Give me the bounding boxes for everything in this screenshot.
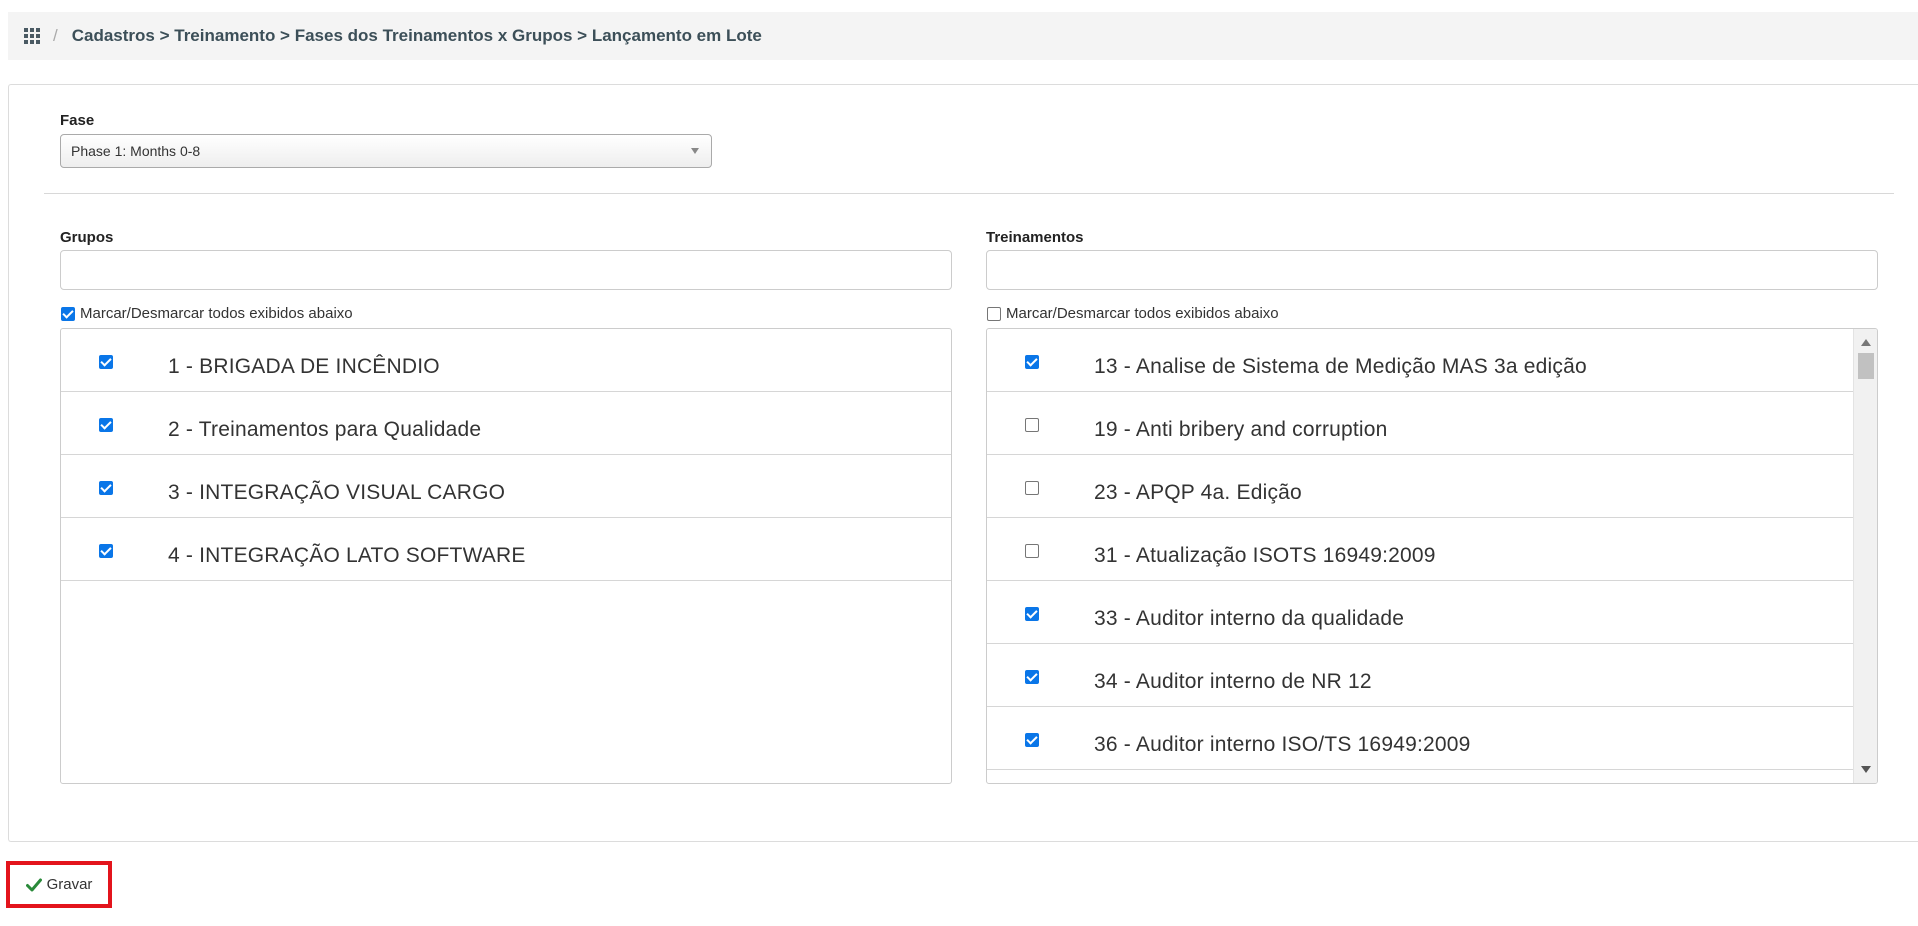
list-item-label: 13 - Analise de Sistema de Medição MAS 3… <box>1094 355 1587 378</box>
treinamentos-toggle-all[interactable]: Marcar/Desmarcar todos exibidos abaixo <box>987 305 1279 322</box>
breadcrumb-separator: / <box>53 26 58 45</box>
fase-label: Fase <box>60 112 95 129</box>
list-item-label: 31 - Atualização ISOTS 16949:2009 <box>1094 544 1436 567</box>
list-item-checkbox[interactable] <box>99 544 113 558</box>
treinamentos-list: 13 - Analise de Sistema de Medição MAS 3… <box>986 328 1878 784</box>
save-button-label: Gravar <box>46 876 93 893</box>
list-item[interactable]: 33 - Auditor interno da qualidade <box>987 581 1853 644</box>
list-item[interactable]: 1 - BRIGADA DE INCÊNDIO <box>61 329 951 392</box>
fase-select[interactable]: Phase 1: Months 0-8 <box>60 134 712 168</box>
treinamentos-toggle-all-checkbox[interactable] <box>987 306 1001 321</box>
divider <box>44 193 1894 194</box>
list-item[interactable]: 4 - INTEGRAÇÃO LATO SOFTWARE <box>61 518 951 581</box>
treinamentos-label: Treinamentos <box>986 229 1084 246</box>
treinamentos-scrollbar[interactable] <box>1853 329 1877 783</box>
treinamentos-toggle-all-label: Marcar/Desmarcar todos exibidos abaixo <box>1006 305 1279 322</box>
list-item[interactable]: 13 - Analise de Sistema de Medição MAS 3… <box>987 329 1853 392</box>
list-item-checkbox[interactable] <box>99 418 113 432</box>
list-item[interactable]: 31 - Atualização ISOTS 16949:2009 <box>987 518 1853 581</box>
chevron-down-icon <box>691 148 699 154</box>
grupos-list: 1 - BRIGADA DE INCÊNDIO 2 - Treinamentos … <box>60 328 952 784</box>
list-item[interactable]: 19 - Anti bribery and corruption <box>987 392 1853 455</box>
scroll-up-arrow-icon[interactable] <box>1861 339 1871 346</box>
list-item-label: 3 - INTEGRAÇÃO VISUAL CARGO <box>168 481 506 504</box>
list-item-label: 2 - Treinamentos para Qualidade <box>168 418 482 441</box>
list-item[interactable]: 23 - APQP 4a. Edição <box>987 455 1853 518</box>
treinamentos-search-input[interactable] <box>986 250 1878 290</box>
list-item[interactable]: 36 - Auditor interno ISO/TS 16949:2009 <box>987 707 1853 770</box>
list-item-label: 1 - BRIGADA DE INCÊNDIO <box>168 355 440 378</box>
list-item-label: 4 - INTEGRAÇÃO LATO SOFTWARE <box>168 544 526 567</box>
list-item-label: 33 - Auditor interno da qualidade <box>1094 607 1405 630</box>
list-item-checkbox[interactable] <box>99 481 113 495</box>
scroll-down-arrow-icon[interactable] <box>1861 766 1871 773</box>
list-item-checkbox[interactable] <box>1025 670 1039 684</box>
scroll-thumb[interactable] <box>1858 353 1874 379</box>
save-button-highlight: Gravar <box>6 861 112 908</box>
list-item-checkbox[interactable] <box>1025 607 1039 621</box>
list-item-checkbox[interactable] <box>1025 733 1039 747</box>
grupos-toggle-all[interactable]: Marcar/Desmarcar todos exibidos abaixo <box>61 305 353 322</box>
list-item-checkbox[interactable] <box>1025 544 1039 558</box>
list-item-label: 36 - Auditor interno ISO/TS 16949:2009 <box>1094 733 1471 756</box>
list-item-label: 23 - APQP 4a. Edição <box>1094 481 1302 504</box>
fase-selected-value: Phase 1: Months 0-8 <box>71 143 201 159</box>
grupos-toggle-all-checkbox[interactable] <box>61 306 75 321</box>
apps-grid-icon[interactable] <box>24 27 41 45</box>
grupos-label: Grupos <box>60 229 114 246</box>
list-item[interactable]: 2 - Treinamentos para Qualidade <box>61 392 951 455</box>
list-item-label: 19 - Anti bribery and corruption <box>1094 418 1388 441</box>
save-button[interactable]: Gravar <box>25 876 93 893</box>
breadcrumb-path: Cadastros > Treinamento > Fases dos Trei… <box>71 26 762 45</box>
list-item-label: 34 - Auditor interno de NR 12 <box>1094 670 1372 693</box>
list-item[interactable]: 34 - Auditor interno de NR 12 <box>987 644 1853 707</box>
list-item-checkbox[interactable] <box>1025 418 1039 432</box>
list-item-checkbox[interactable] <box>1025 355 1039 369</box>
grupos-search-input[interactable] <box>60 250 952 290</box>
breadcrumb: / Cadastros > Treinamento > Fases dos Tr… <box>8 12 1918 60</box>
list-item[interactable]: 3 - INTEGRAÇÃO VISUAL CARGO <box>61 455 951 518</box>
list-item-checkbox[interactable] <box>99 355 113 369</box>
grupos-toggle-all-label: Marcar/Desmarcar todos exibidos abaixo <box>80 305 353 322</box>
list-item-checkbox[interactable] <box>1025 481 1039 495</box>
check-icon <box>25 878 42 891</box>
